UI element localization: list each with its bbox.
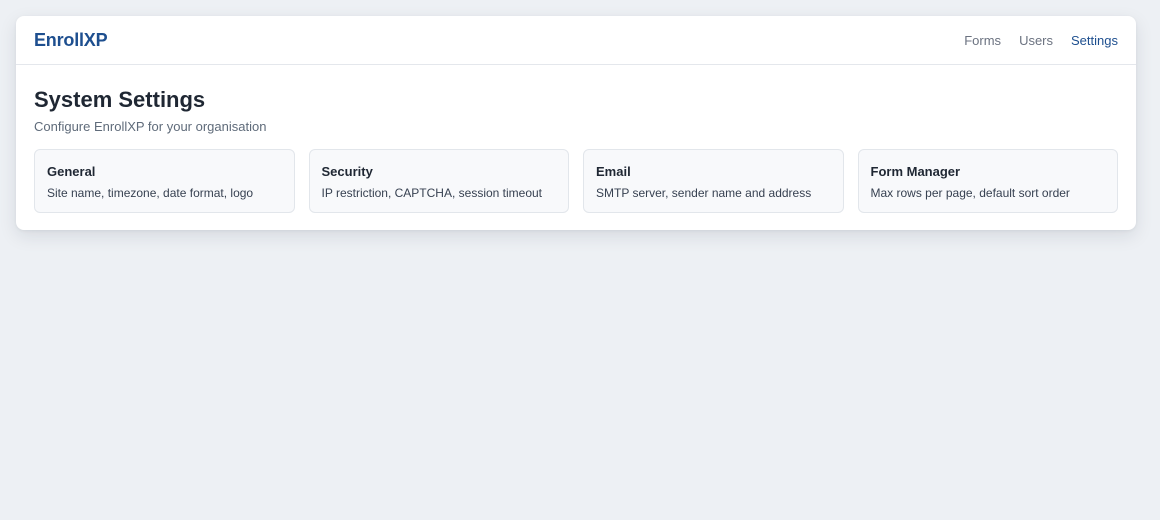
tile-title: Email <box>596 164 631 179</box>
tile-description: Site name, timezone, date format, logo <box>47 186 254 200</box>
brand-logo[interactable]: EnrollXP <box>34 30 108 51</box>
nav-link-settings[interactable]: Settings <box>1071 33 1118 48</box>
tile-title: Form Manager <box>870 164 961 179</box>
nav-link-forms[interactable]: Forms <box>964 33 1001 48</box>
tile-description: SMTP server, sender name and address <box>596 186 812 200</box>
settings-tiles: General Site name, timezone, date format… <box>34 149 1118 213</box>
settings-tile-security[interactable]: Security IP restriction, CAPTCHA, sessio… <box>308 149 569 213</box>
top-bar: EnrollXP Forms Users Settings <box>16 16 1136 65</box>
settings-tile-general[interactable]: General Site name, timezone, date format… <box>34 149 295 213</box>
main-nav: Forms Users Settings <box>964 33 1118 48</box>
settings-tile-form-manager[interactable]: Form Manager Max rows per page, default … <box>857 149 1118 213</box>
tile-title: General <box>47 164 96 179</box>
page-title: System Settings <box>34 87 206 112</box>
nav-link-users[interactable]: Users <box>1019 33 1053 48</box>
app-card: EnrollXP Forms Users Settings System Set… <box>16 16 1136 230</box>
tile-title: Security <box>321 164 373 179</box>
tile-description: Max rows per page, default sort order <box>870 186 1070 200</box>
settings-content: System Settings Configure EnrollXP for y… <box>16 65 1136 213</box>
page-subtitle: Configure EnrollXP for your organisation <box>34 119 267 134</box>
settings-tile-email[interactable]: Email SMTP server, sender name and addre… <box>583 149 844 213</box>
tile-description: IP restriction, CAPTCHA, session timeout <box>321 186 543 200</box>
